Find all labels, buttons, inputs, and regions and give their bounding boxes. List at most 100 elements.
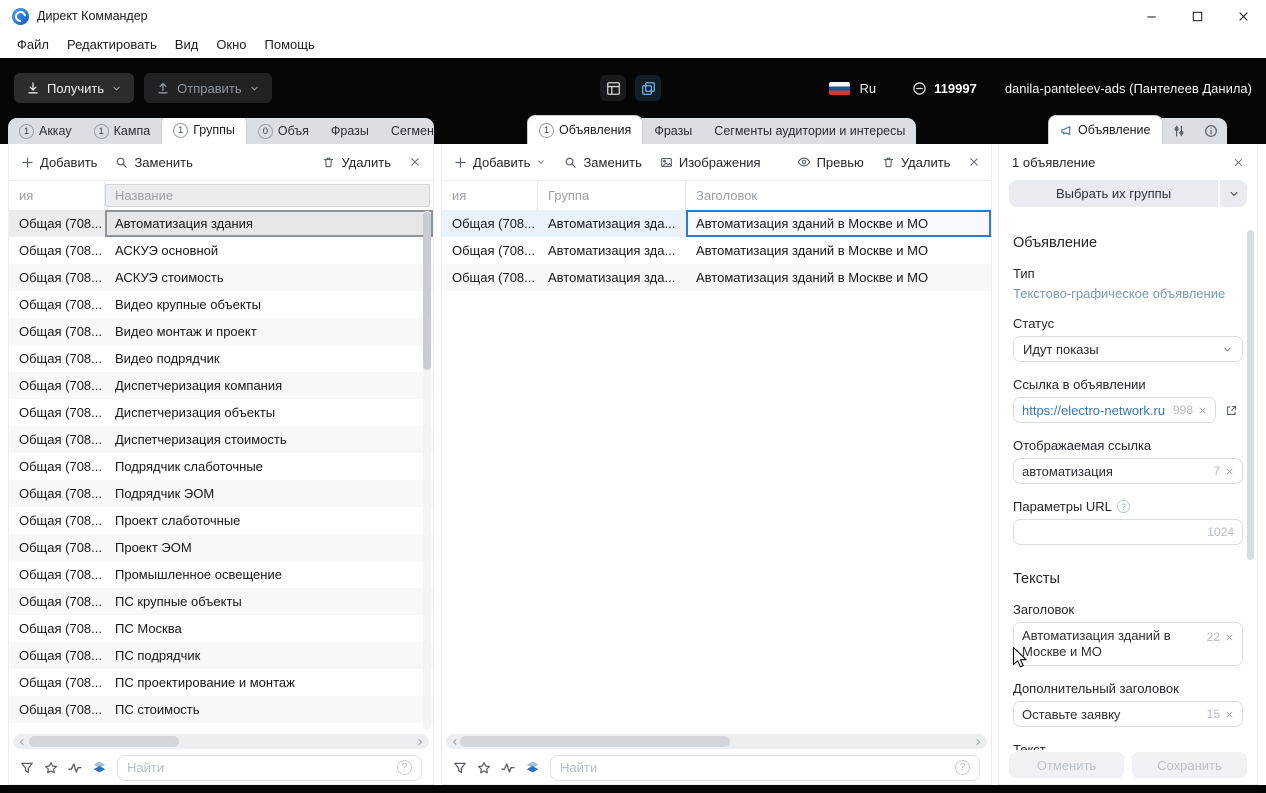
status-select[interactable]: Идут показы xyxy=(1013,336,1243,362)
add-button[interactable]: Добавить xyxy=(21,155,97,170)
help-icon[interactable]: ? xyxy=(1116,500,1130,513)
cell-name[interactable]: Автоматизация здания xyxy=(105,210,433,237)
table-row[interactable]: Общая (708... Автоматизация зда... Автом… xyxy=(442,264,991,291)
ad-link-input[interactable] xyxy=(1022,402,1168,418)
cell-name[interactable]: Диспетчеризация объекты xyxy=(105,399,433,426)
tab[interactable]: Фразы xyxy=(643,118,703,144)
inspector-scrollbar[interactable] xyxy=(1247,230,1254,560)
cell-name[interactable]: АСКУЭ основной xyxy=(105,237,433,264)
table-row[interactable]: Общая (708... Автоматизация зда... Автом… xyxy=(442,210,991,237)
table-row[interactable]: Общая (708... ПС подрядчик xyxy=(9,642,433,669)
preview-button[interactable]: Превью xyxy=(797,155,864,170)
cell-campaign[interactable]: Общая (708... xyxy=(9,696,105,723)
language-flag-icon[interactable] xyxy=(828,81,850,95)
clear-icon[interactable] xyxy=(1225,710,1234,719)
url-params-input[interactable] xyxy=(1022,524,1203,540)
cell-campaign[interactable]: Общая (708... xyxy=(9,210,105,237)
table-row[interactable]: Общая (708... АСКУЭ стоимость xyxy=(9,264,433,291)
language-label[interactable]: Ru xyxy=(860,81,877,96)
tab[interactable]: 1 Аккау xyxy=(8,118,83,144)
tab[interactable]: Сегменты аудитории и интересы xyxy=(703,118,916,144)
cell-campaign[interactable]: Общая (708... xyxy=(9,669,105,696)
cell-campaign[interactable]: Общая (708... xyxy=(9,453,105,480)
table-row[interactable]: Общая (708... Автоматизация здания xyxy=(9,210,433,237)
cell-group[interactable]: Автоматизация зда... xyxy=(538,210,686,237)
tab-params[interactable] xyxy=(1163,118,1195,144)
table-row[interactable]: Общая (708... Подрядчик ЭОМ xyxy=(9,480,433,507)
type-value[interactable]: Текстово-графическое объявление xyxy=(1013,286,1243,301)
star-icon[interactable] xyxy=(44,761,58,775)
cell-name[interactable]: Подрядчик слаботочные xyxy=(105,453,433,480)
menu-item[interactable]: Редактировать xyxy=(58,32,166,58)
cell-campaign[interactable]: Общая (708... xyxy=(9,345,105,372)
cell-title[interactable]: Автоматизация зданий в Москве и МО xyxy=(686,264,991,291)
cell-campaign[interactable]: Общая (708... xyxy=(442,237,538,264)
open-link-button[interactable] xyxy=(1219,397,1243,423)
menu-item[interactable]: Помощь xyxy=(256,32,324,58)
minimize-button[interactable] xyxy=(1128,0,1174,32)
table-view-button[interactable] xyxy=(600,75,626,101)
column-header-title[interactable]: Заголовок xyxy=(686,181,991,210)
cell-group[interactable]: Автоматизация зда... xyxy=(538,237,686,264)
cell-campaign[interactable]: Общая (708... xyxy=(9,399,105,426)
close-window-button[interactable] xyxy=(1220,0,1266,32)
horizontal-scrollbar[interactable] xyxy=(13,734,429,749)
menu-item[interactable]: Файл xyxy=(8,32,58,58)
horizontal-scrollbar-thumb[interactable] xyxy=(460,736,730,747)
table-row[interactable]: Общая (708... Видео крупные объекты xyxy=(9,291,433,318)
tab[interactable]: Сегменты xyxy=(380,118,434,144)
cell-title[interactable]: Автоматизация зданий в Москве и МО xyxy=(686,237,991,264)
replace-button[interactable]: Заменить xyxy=(564,155,642,170)
menu-item[interactable]: Вид xyxy=(166,32,208,58)
delete-button[interactable]: Удалить xyxy=(322,155,391,170)
delete-button[interactable]: Удалить xyxy=(882,155,950,170)
tab-ad-inspector[interactable]: Объявление xyxy=(1048,115,1163,144)
horizontal-scrollbar-thumb[interactable] xyxy=(29,736,179,747)
cell-campaign[interactable]: Общая (708... xyxy=(9,534,105,561)
cell-campaign[interactable]: Общая (708... xyxy=(9,615,105,642)
select-groups-button[interactable]: Выбрать их группы xyxy=(1009,180,1218,207)
scroll-left-icon[interactable] xyxy=(450,737,460,747)
cell-name[interactable]: Проект ЭОМ xyxy=(105,534,433,561)
cell-campaign[interactable]: Общая (708... xyxy=(9,237,105,264)
cell-campaign[interactable]: Общая (708... xyxy=(9,480,105,507)
cell-name[interactable]: Промышленное освещение xyxy=(105,561,433,588)
column-header-group[interactable]: Группа xyxy=(538,181,686,210)
clear-icon[interactable] xyxy=(1225,467,1234,476)
table-row[interactable]: Общая (708... Видео подрядчик xyxy=(9,345,433,372)
cell-campaign[interactable]: Общая (708... xyxy=(442,210,538,237)
images-button[interactable]: Изображения xyxy=(660,155,761,170)
cell-name[interactable]: Видео крупные объекты xyxy=(105,291,433,318)
tab[interactable]: Фразы xyxy=(320,118,380,144)
cell-group[interactable]: Автоматизация зда... xyxy=(538,264,686,291)
cell-campaign[interactable]: Общая (708... xyxy=(9,318,105,345)
tab[interactable]: 0 Объя xyxy=(247,118,320,144)
table-row[interactable]: Общая (708... Видео монтаж и проект xyxy=(9,318,433,345)
help-icon[interactable]: ? xyxy=(397,760,412,775)
cell-campaign[interactable]: Общая (708... xyxy=(9,372,105,399)
title-input[interactable]: Автоматизация зданий в Москве и МО xyxy=(1022,628,1202,660)
cell-campaign[interactable]: Общая (708... xyxy=(9,264,105,291)
get-button[interactable]: Получить xyxy=(14,73,135,103)
cancel-button[interactable]: Отменить xyxy=(1009,752,1124,778)
column-header-campaign[interactable]: ия xyxy=(9,181,105,210)
cell-name[interactable]: Подрядчик ЭОМ xyxy=(105,480,433,507)
cell-name[interactable]: ПС проектирование и монтаж xyxy=(105,669,433,696)
extra-title-input[interactable] xyxy=(1022,706,1202,722)
table-row[interactable]: Общая (708... Автоматизация зда... Автом… xyxy=(442,237,991,264)
display-link-input[interactable] xyxy=(1022,463,1209,479)
cell-title[interactable]: Автоматизация зданий в Москве и МО xyxy=(686,210,991,237)
table-row[interactable]: Общая (708... Диспетчеризация стоимость xyxy=(9,426,433,453)
stats-icon[interactable] xyxy=(501,761,515,775)
table-row[interactable]: Общая (708... АСКУЭ основной xyxy=(9,237,433,264)
title-field[interactable]: Автоматизация зданий в Москве и МО 22 xyxy=(1013,622,1243,666)
cell-name[interactable]: ПС стоимость xyxy=(105,696,433,723)
add-button[interactable]: Добавить xyxy=(454,155,546,170)
menu-item[interactable]: Окно xyxy=(207,32,255,58)
select-groups-dropdown[interactable] xyxy=(1220,180,1247,207)
cell-campaign[interactable]: Общая (708... xyxy=(442,264,538,291)
tab[interactable]: 1 Группы xyxy=(161,118,247,144)
cell-campaign[interactable]: Общая (708... xyxy=(9,642,105,669)
cell-name[interactable]: Видео подрядчик xyxy=(105,345,433,372)
filter-icon[interactable] xyxy=(453,761,467,775)
